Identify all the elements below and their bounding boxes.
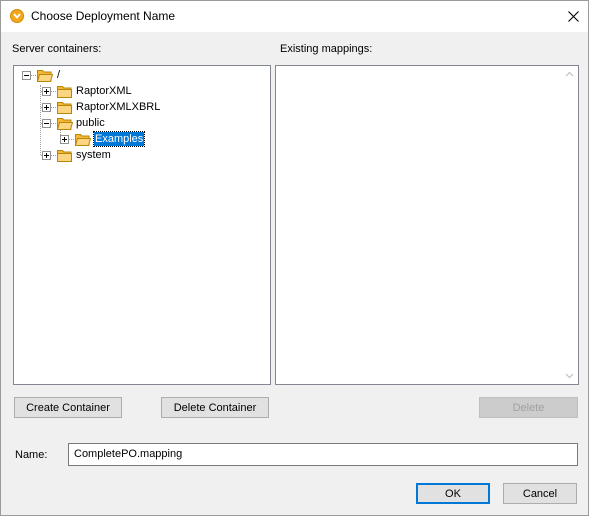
window-title: Choose Deployment Name <box>31 9 176 23</box>
folder-open-icon <box>57 118 73 130</box>
tree-node-label: RaptorXML <box>76 85 132 97</box>
name-input[interactable]: CompletePO.mapping <box>68 443 578 466</box>
mappings-scrollbar[interactable] <box>561 66 578 384</box>
scroll-up-icon[interactable] <box>565 70 574 79</box>
tree-node-label: RaptorXMLXBRL <box>76 101 161 113</box>
tree-node-examples[interactable]: Examples <box>14 131 234 147</box>
existing-mappings-list[interactable] <box>275 65 579 385</box>
close-icon[interactable] <box>558 1 588 31</box>
expand-icon[interactable] <box>42 103 51 112</box>
delete-container-button[interactable]: Delete Container <box>161 397 269 418</box>
ok-button[interactable]: OK <box>416 483 490 504</box>
tree-node-root[interactable]: / <box>14 67 214 83</box>
tree-node-system[interactable]: system <box>14 147 214 163</box>
folder-icon <box>57 150 72 162</box>
title-bar: Choose Deployment Name <box>1 1 588 32</box>
collapse-icon[interactable] <box>22 71 31 80</box>
scroll-down-icon[interactable] <box>565 371 574 380</box>
folder-open-icon <box>37 70 53 82</box>
collapse-icon[interactable] <box>42 119 51 128</box>
deployment-dialog: Choose Deployment Name Server containers… <box>0 0 589 516</box>
expand-icon[interactable] <box>42 151 51 160</box>
folder-icon <box>57 86 72 98</box>
tree-node-label: / <box>57 69 61 81</box>
expand-icon[interactable] <box>60 135 69 144</box>
existing-mappings-label: Existing mappings: <box>280 43 373 55</box>
server-containers-tree[interactable]: / RaptorXML RaptorXMLXBRL public Example… <box>13 65 271 385</box>
cancel-button[interactable]: Cancel <box>503 483 577 504</box>
tree-node-raptorxmlxbrl[interactable]: RaptorXMLXBRL <box>14 99 214 115</box>
delete-mapping-button[interactable]: Delete <box>479 397 578 418</box>
create-container-button[interactable]: Create Container <box>14 397 122 418</box>
tree-node-label-selected: Examples <box>92 131 146 147</box>
name-label: Name: <box>15 449 48 461</box>
server-containers-label: Server containers: <box>12 43 102 55</box>
folder-icon <box>57 102 72 114</box>
app-logo-icon <box>10 9 24 23</box>
tree-node-label: public <box>76 117 105 129</box>
tree-node-raptorxml[interactable]: RaptorXML <box>14 83 214 99</box>
tree-node-label: system <box>76 149 111 161</box>
folder-open-icon <box>75 134 91 146</box>
tree-node-public[interactable]: public <box>14 115 214 131</box>
expand-icon[interactable] <box>42 87 51 96</box>
